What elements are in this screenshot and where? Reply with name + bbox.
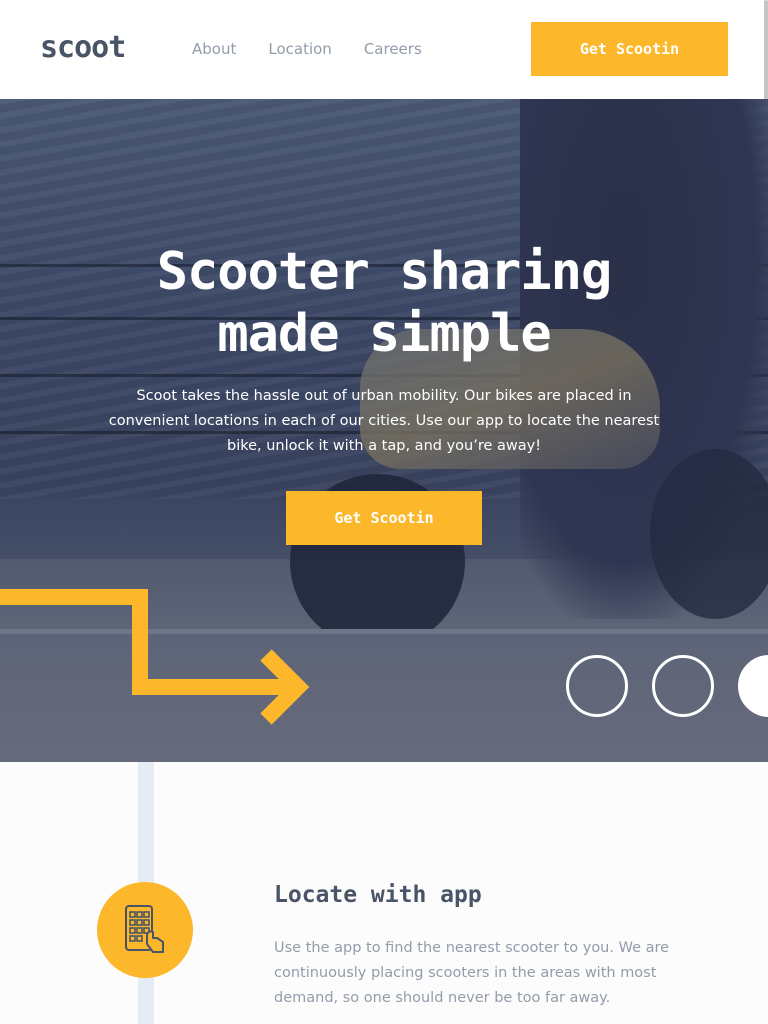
hero-title-line-2: made simple [217, 304, 551, 364]
feature-title: Locate with app [274, 882, 482, 908]
hero-description: Scoot takes the hassle out of urban mobi… [108, 388, 660, 454]
hero-title: Scooter sharing made simple [0, 241, 768, 365]
decorative-circle [566, 655, 628, 717]
decorative-circle [652, 655, 714, 717]
scrollbar-thumb[interactable] [764, 0, 768, 110]
hero-section: Scooter sharing made simple Scoot takes … [0, 99, 768, 762]
hero-title-line-1: Scooter sharing [156, 242, 613, 302]
main-nav: About Location Careers [192, 40, 454, 58]
hero-background-wheel [650, 449, 768, 619]
decorative-arrow-icon [0, 589, 310, 725]
site-header: scoot About Location Careers Get Scootin [0, 0, 768, 99]
nav-link-careers[interactable]: Careers [364, 40, 422, 58]
feature-icon-badge [97, 882, 193, 978]
nav-link-location[interactable]: Location [268, 40, 331, 58]
get-scootin-header-button[interactable]: Get Scootin [531, 22, 728, 76]
phone-tap-icon [125, 905, 164, 953]
get-scootin-hero-button[interactable]: Get Scootin [286, 491, 482, 545]
logo[interactable]: scoot [40, 30, 126, 65]
feature-description: Use the app to find the nearest scooter … [274, 940, 670, 1006]
nav-link-about[interactable]: About [192, 40, 236, 58]
